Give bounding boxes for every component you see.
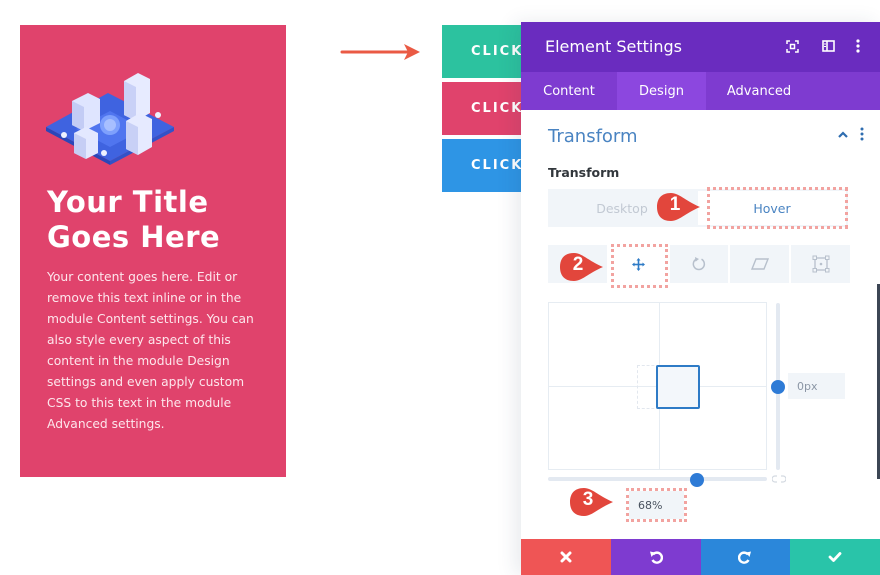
section-title-transform[interactable]: Transform (548, 126, 638, 147)
highlight-hover-tab (707, 187, 848, 229)
panel-title: Element Settings (545, 37, 682, 56)
fullscreen-icon[interactable] (784, 38, 800, 54)
transform-field-label: Transform (548, 165, 620, 180)
translate-preview-pad[interactable] (548, 302, 767, 470)
transform-origin-icon (812, 255, 830, 273)
callout-number: 3 (582, 489, 594, 510)
cancel-button[interactable] (521, 539, 611, 575)
save-button[interactable] (790, 539, 880, 575)
redo-icon (738, 551, 752, 564)
tab-content[interactable]: Content (521, 72, 617, 110)
check-icon (828, 552, 842, 562)
panel-footer (521, 539, 880, 575)
tab-design[interactable]: Design (617, 72, 706, 110)
close-icon (560, 551, 572, 563)
translate-y-slider-handle[interactable] (771, 380, 785, 394)
rotate-tool-button[interactable] (669, 245, 729, 283)
translate-x-slider-handle[interactable] (689, 473, 704, 487)
translated-element-preview[interactable] (656, 365, 700, 409)
more-vertical-icon[interactable] (858, 126, 866, 142)
callout-number: 2 (572, 254, 584, 275)
redo-button[interactable] (700, 539, 791, 575)
undo-icon (649, 551, 663, 564)
blurb-title-line-1: Your Title (47, 185, 209, 219)
isometric-city-illustration (46, 73, 174, 165)
panel-tabs: Content Design Advanced (521, 72, 880, 110)
more-vertical-icon[interactable] (850, 38, 866, 54)
origin-tool-button[interactable] (791, 245, 850, 283)
skew-tool-button[interactable] (730, 245, 790, 283)
blurb-body-text: Your content goes here. Edit or remove t… (47, 270, 254, 431)
click-button-pink[interactable]: CLICK (442, 82, 522, 135)
undo-button[interactable] (610, 539, 701, 575)
skew-icon (750, 258, 769, 270)
rotate-icon (692, 257, 706, 271)
highlight-translate-tool (611, 244, 668, 288)
element-settings-panel: Element Settings Content Design Advanced… (521, 22, 880, 575)
callout-number: 1 (669, 194, 681, 215)
chevron-up-icon[interactable] (836, 128, 850, 142)
highlight-translate-x-input (626, 488, 687, 522)
click-button-blue[interactable]: CLICK (442, 139, 522, 192)
panel-header: Element Settings (521, 22, 880, 72)
link-icon[interactable] (772, 474, 786, 484)
blurb-module: Your Title Goes Here Your content goes h… (20, 25, 286, 477)
translate-y-input[interactable]: 0px (788, 373, 845, 399)
blurb-title: Your Title Goes Here (47, 185, 277, 255)
translate-x-slider[interactable] (548, 477, 767, 481)
arrow-right-icon (340, 44, 420, 60)
callout-marker-1: 1 (654, 190, 702, 224)
sidebar-toggle-icon[interactable] (820, 38, 836, 54)
tab-advanced[interactable]: Advanced (706, 72, 812, 110)
callout-marker-3: 3 (567, 485, 615, 519)
callout-marker-2: 2 (557, 250, 605, 284)
click-button-green[interactable]: CLICK (442, 25, 522, 78)
blurb-title-line-2: Goes Here (47, 220, 221, 254)
